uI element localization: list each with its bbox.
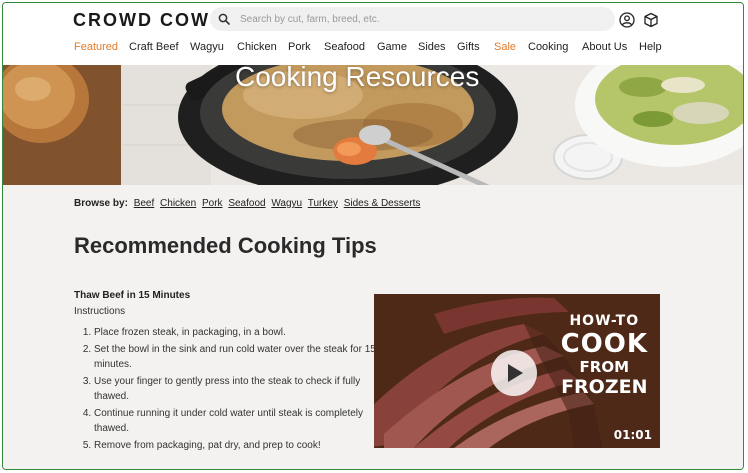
play-button[interactable] [491,350,537,396]
nav-item-gifts[interactable]: Gifts [457,41,480,53]
section-title: Recommended Cooking Tips [74,233,377,258]
browse-link-wagyu[interactable]: Wagyu [271,198,302,209]
browser-frame: CROWD COW Featured Craft Beef Wagyu Chic… [2,2,744,470]
video-duration: 01:01 [613,428,652,442]
site-header: CROWD COW Featured Craft Beef Wagyu Chic… [3,3,743,67]
nav-item-chicken[interactable]: Chicken [237,41,277,53]
instruction-step: Continue running it under cold water unt… [94,406,386,436]
tip-subtitle: Instructions [74,306,126,317]
nav-item-wagyu[interactable]: Wagyu [190,41,224,53]
hero-banner: Cooking Resources [3,65,743,185]
cart-box-icon[interactable] [643,12,659,28]
video-title-line: FROM [579,358,630,376]
browse-link-turkey[interactable]: Turkey [308,198,338,209]
account-icon[interactable] [619,12,635,28]
browse-link-beef[interactable]: Beef [134,198,155,209]
video-title-overlay: HOW-TO COOK FROM FROZEN [561,314,648,397]
nav-item-sale[interactable]: Sale [494,41,516,53]
nav-item-cooking[interactable]: Cooking [528,41,568,53]
hero-title: Cooking Resources [235,65,480,92]
instruction-step: Use your finger to gently press into the… [94,374,386,404]
nav-item-sides[interactable]: Sides [418,41,446,53]
search-input[interactable] [238,12,602,26]
nav-item-about-us[interactable]: About Us [582,41,627,53]
video-player[interactable]: HOW-TO COOK FROM FROZEN 01:01 [374,294,660,448]
search-icon [218,13,230,25]
browse-link-sides-desserts[interactable]: Sides & Desserts [344,198,421,209]
nav-item-craft-beef[interactable]: Craft Beef [129,41,179,53]
instruction-step: Place frozen steak, in packaging, in a b… [94,325,386,340]
site-logo[interactable]: CROWD COW [73,10,210,31]
video-title-line: HOW-TO [569,313,640,329]
video-title-line: COOK [560,329,648,359]
main-nav: Featured Craft Beef Wagyu Chicken Pork S… [3,41,743,59]
main-content: Browse by: Beef Chicken Pork Seafood Wag… [3,185,743,469]
instruction-step: Set the bowl in the sink and run cold wa… [94,342,386,372]
browse-by-bar: Browse by: Beef Chicken Pork Seafood Wag… [74,198,423,209]
instruction-list: Place frozen steak, in packaging, in a b… [74,325,386,455]
browse-link-pork[interactable]: Pork [202,198,223,209]
search-bar[interactable] [210,7,615,31]
browse-label: Browse by: [74,198,128,209]
play-icon [508,364,523,382]
nav-item-featured[interactable]: Featured [74,41,118,53]
instruction-step: Remove from packaging, pat dry, and prep… [94,438,386,453]
browse-link-seafood[interactable]: Seafood [228,198,265,209]
nav-item-pork[interactable]: Pork [288,41,311,53]
tip-title: Thaw Beef in 15 Minutes [74,290,191,301]
video-title-line: FROZEN [561,376,648,398]
nav-item-seafood[interactable]: Seafood [324,41,365,53]
nav-item-help[interactable]: Help [639,41,662,53]
browse-link-chicken[interactable]: Chicken [160,198,196,209]
nav-item-game[interactable]: Game [377,41,407,53]
